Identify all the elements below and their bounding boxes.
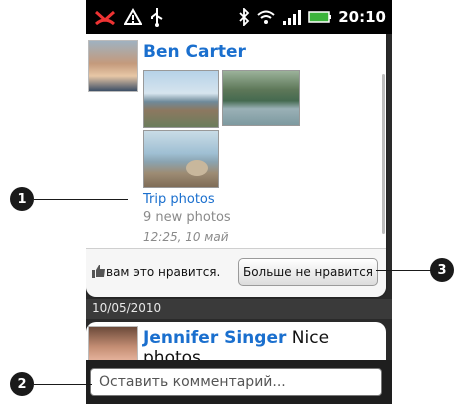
thumbs-up-icon (92, 265, 105, 278)
date-separator: 10/05/2010 (86, 299, 392, 319)
clock: 20:10 (338, 8, 386, 26)
callout-badge: 2 (10, 372, 34, 396)
warning-icon (124, 8, 142, 25)
usb-icon (151, 8, 163, 27)
post-author-name[interactable]: Jennifer Singer (143, 328, 286, 348)
battery-icon (308, 11, 332, 23)
callout-line (34, 199, 128, 200)
post-author-name[interactable]: Ben Carter (143, 42, 246, 62)
comment-bar: Оставить комментарий... (86, 360, 392, 404)
comment-input[interactable]: Оставить комментарий... (90, 368, 382, 396)
callout-line (376, 270, 432, 271)
like-bar: вам это нравится. Больше не нравится (86, 248, 386, 297)
status-bar: 20:10 (86, 0, 392, 34)
callout-badge: 1 (10, 187, 34, 211)
callout-line (34, 384, 92, 385)
author-avatar[interactable] (88, 40, 138, 92)
photo-count: 9 new photos (143, 210, 231, 225)
scrollbar[interactable] (382, 74, 385, 234)
album-photo[interactable] (143, 130, 219, 188)
album-photo[interactable] (143, 70, 219, 128)
phone-screen: 20:10 Ben Carter Trip photos 9 new photo… (86, 0, 392, 404)
callout-badge: 3 (430, 258, 454, 282)
signal-icon (283, 10, 302, 25)
photo-detail (186, 160, 208, 176)
post-timestamp: 12:25, 10 май (143, 230, 229, 244)
like-status-text: вам это нравится. (106, 265, 221, 279)
album-title-link[interactable]: Trip photos (143, 192, 215, 207)
missed-call-icon (95, 10, 115, 26)
wifi-icon (257, 10, 275, 24)
date-separator-text: 10/05/2010 (92, 301, 162, 315)
post-card[interactable]: Ben Carter Trip photos 9 new photos 12:2… (86, 34, 386, 297)
bluetooth-icon (239, 8, 250, 26)
album-photo[interactable] (222, 70, 300, 126)
unlike-button[interactable]: Больше не нравится (238, 258, 378, 286)
status-right-icons: 20:10 (238, 6, 386, 28)
status-left-icons (94, 6, 164, 28)
